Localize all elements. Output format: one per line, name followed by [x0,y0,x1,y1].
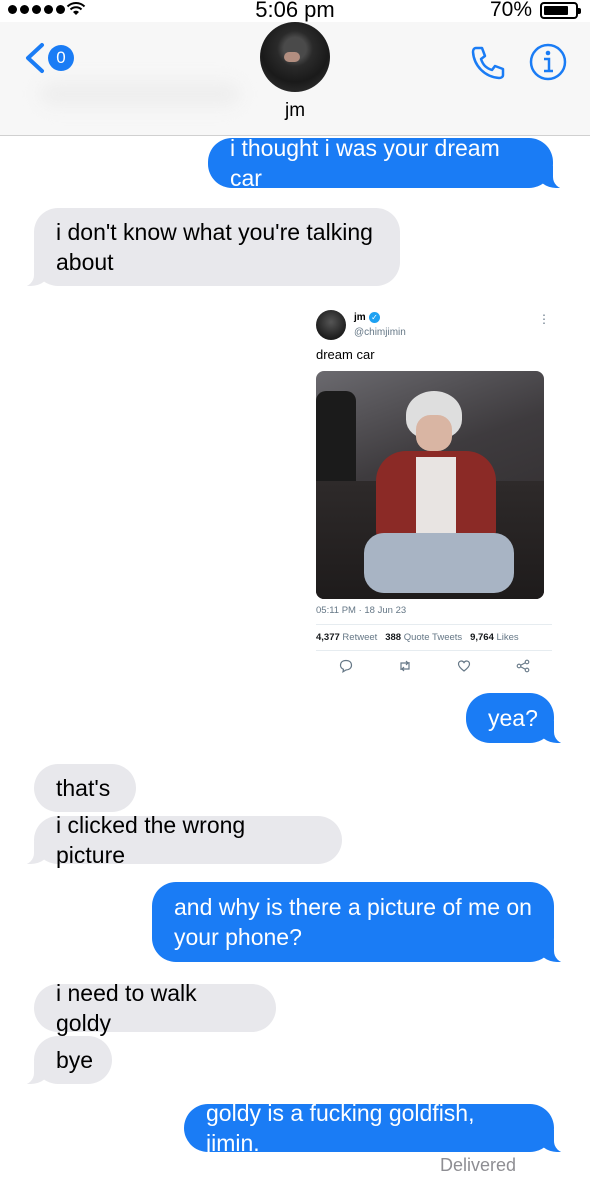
tweet-text: dream car [316,347,375,362]
message-text-line: i don't know what you're talking [56,219,373,245]
message-text: that's [56,775,111,801]
tweet-author-name: jm [354,312,366,323]
message-text: bye [56,1047,94,1073]
tweet-actions [316,659,552,676]
sent-message-bubble[interactable]: goldy is a fucking goldfish, jimin. [184,1100,568,1156]
contact-avatar[interactable] [260,22,330,92]
back-button[interactable]: 0 [22,42,74,74]
contact-name[interactable]: jm [0,100,590,122]
retweet-count: 4,377 [316,632,340,643]
tweet-photo [316,371,544,599]
sent-message-bubble[interactable]: i thought i was your dream car [208,135,567,191]
share-icon [516,659,530,676]
message-text-line: and why is there a picture of me on [174,894,532,920]
more-options-icon: ⋮ [538,312,550,326]
received-message-bubble[interactable]: bye [20,1036,112,1085]
status-bar: 5:06 pm 70% [0,0,590,22]
photo-shirt [416,457,456,535]
tweet-author-handle: @chimjimin [354,327,406,338]
retweet-label: Retweet [342,632,378,643]
tweet-timestamp: 05:11 PM · 18 Jun 23 [316,605,407,616]
received-message-bubble[interactable]: that's [34,764,136,812]
message-text: goldy is a fucking goldfish, jimin. [206,1100,475,1156]
tweet-divider [316,624,552,625]
delivered-status: Delivered [440,1155,517,1175]
message-text-line: your phone? [174,924,302,950]
message-text: i clicked the wrong picture [56,812,246,868]
message-text: i need to walk goldy [56,980,197,1036]
message-text-line: about [56,249,114,275]
battery-percentage: 70% [489,0,532,21]
info-icon[interactable] [528,42,568,82]
received-message-bubble[interactable]: i clicked the wrong picture [20,812,342,868]
like-icon [457,659,471,676]
quote-count: 388 [385,632,402,643]
photo-face [416,415,452,451]
tweet-divider [316,650,552,651]
like-label: Likes [496,632,519,643]
tweet-author-avatar [316,310,346,340]
received-message-bubble[interactable]: i don't know what you're talking about [20,208,400,287]
like-count: 9,764 [470,632,494,643]
quote-label: Quote Tweets [403,632,463,643]
battery-icon [540,2,581,19]
tweet-screenshot-attachment[interactable]: jm ✓ @chimjimin ⋮ dream car 05:11 PM · 1… [308,302,558,686]
received-message-bubble[interactable]: i need to walk goldy [34,980,276,1036]
reply-icon [339,659,353,676]
conversation-header: 0 jm [0,22,590,136]
message-text: yea? [488,705,538,731]
message-text: i thought i was your dream car [230,135,500,191]
verified-badge-icon: ✓ [369,312,380,323]
retweet-icon [398,659,412,676]
photo-jeans [364,533,514,593]
sent-message-bubble[interactable]: and why is there a picture of me on your… [152,882,568,963]
phone-icon[interactable] [468,42,508,82]
unread-badge: 0 [48,45,74,71]
tweet-stats: 4,377 Retweet 388 Quote Tweets 9,764 Lik… [316,632,519,643]
sent-message-bubble[interactable]: yea? [466,693,568,744]
